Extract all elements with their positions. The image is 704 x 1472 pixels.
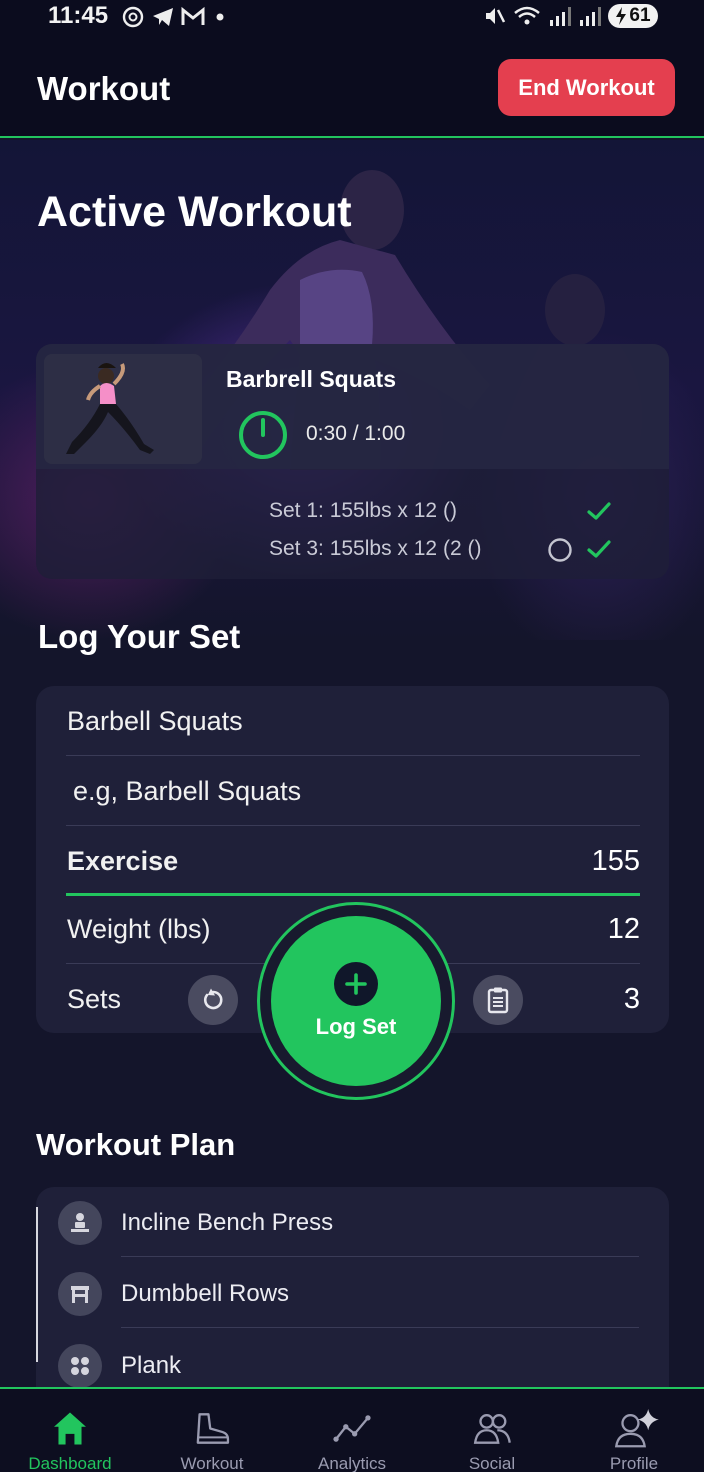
clipboard-icon (487, 987, 509, 1014)
exercise-label: Exercise (67, 846, 179, 876)
workout-plan-title: Workout Plan (36, 1127, 236, 1162)
telegram-icon (153, 8, 173, 26)
refresh-icon (203, 988, 223, 1010)
nav-item-dashboard[interactable]: Dashboard (0, 1389, 140, 1472)
exercise-value-row[interactable]: Barbell Squats (66, 686, 640, 756)
bottom-navigation: Dashboard Workout Analytics Social Profi… (0, 1387, 704, 1472)
empty-circle-icon[interactable] (547, 537, 573, 563)
lunge-pose-illustration (44, 354, 202, 464)
battery-level: 61 (629, 5, 651, 26)
exercise-input-placeholder[interactable]: e.g, Barbell Squats (73, 776, 301, 807)
plan-item-label: Incline Bench Press (121, 1209, 334, 1236)
wifi-icon (514, 6, 540, 25)
timer-readout: 0:30 / 1:00 (306, 422, 406, 445)
exercise-thumbnail (44, 354, 202, 464)
exercise-input-row[interactable]: e.g, Barbell Squats (66, 756, 640, 826)
nav-item-workout[interactable]: Workout (142, 1389, 282, 1472)
gmail-icon (181, 6, 205, 25)
nav-label: Social (468, 1454, 516, 1472)
nav-item-analytics[interactable]: Analytics (282, 1389, 422, 1472)
sets-value[interactable]: 3 (624, 983, 640, 1016)
signal-icon-1 (550, 7, 571, 26)
openai-icon (122, 6, 144, 28)
home-icon (54, 1412, 86, 1445)
plan-item-incline-bench-press[interactable]: Incline Bench Press (58, 1187, 639, 1257)
plank-icon (58, 1344, 102, 1388)
signal-icon-2 (580, 7, 601, 26)
workout-plan-list: Incline Bench Press Dumbbell Rows Plank (36, 1187, 669, 1397)
check-icon (587, 540, 611, 558)
plan-item-label: Dumbbell Rows (121, 1280, 290, 1307)
rows-icon (58, 1272, 102, 1316)
timer-icon (239, 411, 287, 459)
divider (121, 1256, 639, 1257)
active-exercise-card[interactable]: Barbrell Squats 0:30 / 1:00 Set 1: 155lb… (36, 344, 669, 579)
plan-accent-bar (36, 1207, 38, 1362)
nav-label: Profile (609, 1454, 659, 1472)
plus-icon (334, 962, 378, 1006)
page-title: Workout (37, 70, 171, 107)
people-icon (473, 1414, 511, 1444)
plan-item-label: Plank (121, 1352, 182, 1379)
plan-item-dumbbell-rows[interactable]: Dumbbell Rows (58, 1258, 639, 1328)
weight-label: Weight (lbs) (67, 914, 211, 944)
exercise-row[interactable]: Exercise 155 (66, 826, 640, 896)
sets-label: Sets (67, 984, 122, 1014)
log-set-title: Log Your Set (38, 618, 241, 655)
mute-icon (486, 8, 506, 24)
notes-button[interactable] (473, 975, 523, 1025)
end-workout-button[interactable]: End Workout (498, 59, 675, 116)
dot-icon (216, 13, 224, 21)
chart-line-icon (333, 1415, 371, 1442)
charging-icon (616, 7, 627, 25)
nav-label: Analytics (317, 1454, 387, 1472)
app-header: Workout End Workout (0, 36, 704, 138)
nav-item-social[interactable]: Social (422, 1389, 562, 1472)
check-icon (587, 502, 611, 520)
log-set-button[interactable]: Log Set (271, 916, 441, 1086)
logged-set-row: Set 3: 155lbs x 12 (2 () (269, 537, 482, 560)
shoe-icon (196, 1413, 230, 1444)
log-set-label: Log Set (315, 1014, 397, 1039)
status-bar: 11:45 61 (0, 0, 704, 36)
nav-label: Workout (180, 1454, 244, 1472)
nav-label: Dashboard (28, 1454, 112, 1472)
nav-item-profile[interactable]: Profile (564, 1389, 704, 1472)
weight-value[interactable]: 12 (608, 913, 640, 946)
profile-icon (614, 1409, 659, 1448)
status-system-icons: 61 (482, 4, 658, 28)
logged-set-row: Set 1: 155lbs x 12 () (269, 499, 457, 522)
exercise-number-value[interactable]: 155 (592, 845, 640, 878)
exercise-value[interactable]: Barbell Squats (67, 706, 243, 737)
reset-button[interactable] (188, 975, 238, 1025)
battery-indicator: 61 (608, 4, 658, 28)
divider (121, 1327, 639, 1328)
exercise-header: Barbrell Squats 0:30 / 1:00 (36, 344, 669, 469)
active-workout-title: Active Workout (37, 188, 352, 236)
exercise-name: Barbrell Squats (226, 366, 396, 392)
status-time: 11:45 (48, 2, 109, 29)
status-notification-icons (120, 4, 230, 30)
bench-icon (58, 1201, 102, 1245)
